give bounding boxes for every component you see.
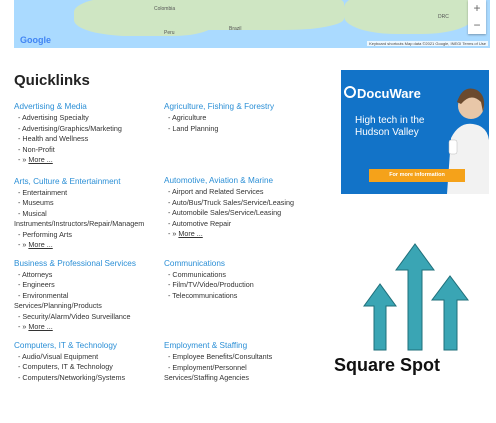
subcategory-link[interactable]: Services/Staffing Agencies [164,373,324,384]
square-spot-sponsor[interactable]: Square Spot [334,240,496,390]
category-block: Automotive, Aviation & Marine - Airport … [164,175,324,240]
map[interactable]: Colombia Peru Brazil DRC Google Keyboard… [14,0,490,48]
category-block: Business & Professional Services - Attor… [14,258,164,333]
category-block: Communications - Communications - Film/T… [164,258,324,302]
category-link[interactable]: Business & Professional Services [14,258,164,269]
category-block: Agriculture, Fishing & Forestry - Agricu… [164,101,324,134]
ad-brand: DocuWare [344,86,421,101]
zoom-out-button[interactable]: − [468,17,486,34]
subcategory-link[interactable]: - Advertising Specialty [14,113,164,124]
subcategory-link[interactable]: - Attorneys [14,270,164,281]
category-block: Computers, IT & Technology - Audio/Visua… [14,340,164,384]
subcategory-link[interactable]: - Employee Benefits/Consultants [164,352,324,363]
subcategory-link[interactable]: Instruments/Instructors/Repair/Managem [14,219,164,230]
category-link[interactable]: Advertising & Media [14,101,164,112]
map-label: DRC [438,14,449,20]
subcategory-link[interactable]: - Musical [14,209,164,220]
ad-brand-name: DocuWare [357,86,421,101]
subcategory-link[interactable]: - Museums [14,198,164,209]
category-link[interactable]: Communications [164,258,324,269]
category-link[interactable]: Agriculture, Fishing & Forestry [164,101,324,112]
ad-cta-button[interactable]: For more information [369,169,465,182]
quicklinks-right-column: Agriculture, Fishing & Forestry - Agricu… [164,101,324,384]
map-label: Colombia [154,6,176,12]
more-link-text[interactable]: More ... [178,229,202,238]
subcategory-link[interactable]: - Film/TV/Video/Production [164,280,324,291]
map-label: Peru [164,30,175,36]
more-link-text[interactable]: More ... [28,155,52,164]
subcategory-link[interactable]: - Environmental [14,291,164,302]
more-link: - » More ... [18,240,53,249]
map-land-brazil [144,0,344,30]
category-link[interactable]: Computers, IT & Technology [14,340,164,351]
subcategory-link[interactable]: - Automobile Sales/Service/Leasing [164,208,324,219]
more-link-text[interactable]: More ... [28,322,52,331]
map-attribution[interactable]: Keyboard shortcuts Map data ©2021 Google… [367,41,488,46]
quicklinks-title: Quicklinks [14,72,90,89]
subcategory-link[interactable]: - Communications [164,270,324,281]
quicklinks-left-column: Advertising & Media - Advertising Specia… [14,101,164,383]
google-logo: Google [20,35,51,45]
category-block: Employment & Staffing - Employee Benefit… [164,340,324,384]
subcategory-link[interactable]: - Security/Alarm/Video Surveillance [14,312,164,323]
subcategory-link[interactable]: - Audio/Visual Equipment [14,352,164,363]
subcategory-link[interactable]: - Auto/Bus/Truck Sales/Service/Leasing [164,198,324,209]
subcategory-link[interactable]: - Airport and Related Services [164,187,324,198]
subcategory-link[interactable]: - Computers/Networking/Systems [14,373,164,384]
subcategory-link[interactable]: - Entertainment [14,188,164,199]
zoom-in-button[interactable]: + [468,0,486,17]
subcategory-link[interactable]: Services/Planning/Products [14,301,164,312]
category-block: Advertising & Media - Advertising Specia… [14,101,164,166]
more-link-text[interactable]: More ... [28,240,52,249]
subcategory-link[interactable]: - Automotive Repair [164,219,324,230]
square-spot-wordmark: Square Spot [334,355,441,375]
subcategory-link[interactable]: - Land Planning [164,124,324,135]
subcategory-link[interactable]: - Performing Arts [14,230,164,241]
map-land-africa [344,0,474,34]
map-label: Brazil [229,26,242,32]
category-block: Arts, Culture & Entertainment - Entertai… [14,176,164,251]
subcategory-link[interactable]: - Employment/Personnel [164,363,324,374]
subcategory-link[interactable]: - Engineers [14,280,164,291]
map-zoom-control: + − [468,0,486,34]
docuware-logo-icon [344,86,356,98]
more-link: - » More ... [18,155,53,164]
subcategory-link[interactable]: - Agriculture [164,113,324,124]
subcategory-link[interactable]: - Advertising/Graphics/Marketing [14,124,164,135]
subcategory-link[interactable]: - Health and Wellness [14,134,164,145]
subcategory-link[interactable]: - Telecommunications [164,291,324,302]
category-link[interactable]: Automotive, Aviation & Marine [164,175,324,186]
ad-tagline: High tech in the Hudson Valley [355,115,425,138]
docuware-ad-banner[interactable]: DocuWare High tech in the Hudson Valley … [341,70,489,194]
three-up-arrows-logo-icon [363,243,469,351]
more-link: - » More ... [168,229,203,238]
category-link[interactable]: Arts, Culture & Entertainment [14,176,164,187]
subcategory-link[interactable]: - Non-Profit [14,145,164,156]
subcategory-link[interactable]: - Computers, IT & Technology [14,362,164,373]
more-link: - » More ... [18,322,53,331]
category-link[interactable]: Employment & Staffing [164,340,324,351]
